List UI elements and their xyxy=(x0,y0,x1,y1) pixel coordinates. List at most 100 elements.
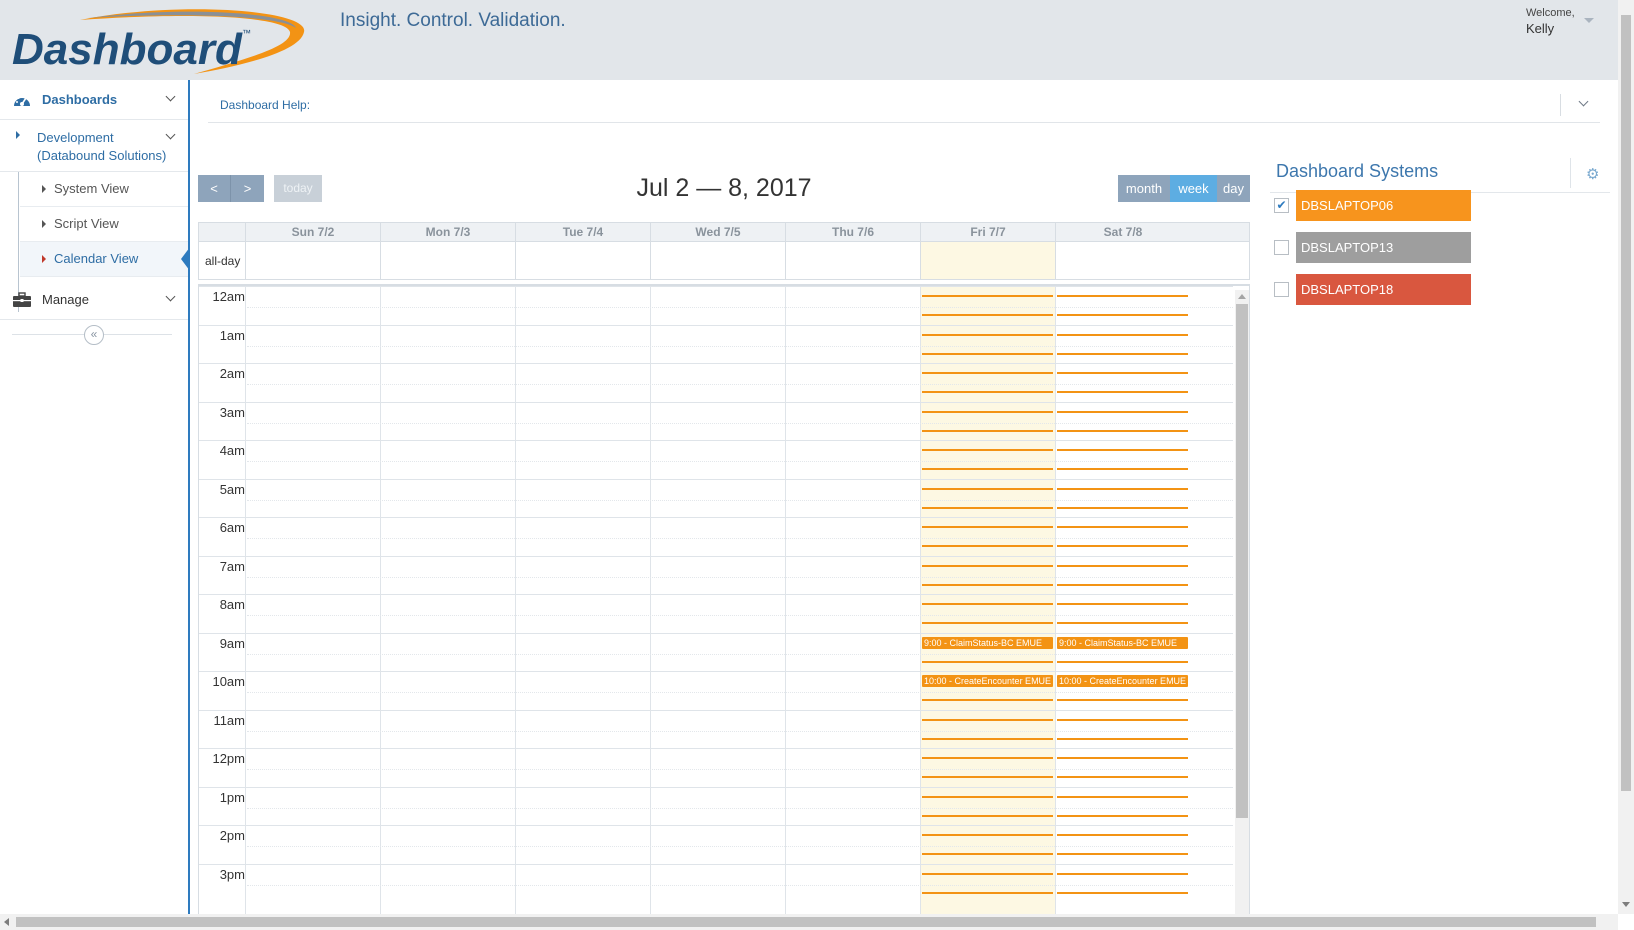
calendar-event[interactable] xyxy=(1057,506,1188,509)
calendar-event[interactable] xyxy=(1057,564,1188,567)
sidebar-item-manage[interactable]: Manage xyxy=(0,280,188,320)
calendar-event[interactable] xyxy=(1057,834,1188,836)
calendar-event[interactable]: 9:00 - ClaimStatus-BC EMUE xyxy=(922,636,1053,649)
chevron-down-icon[interactable] xyxy=(165,291,176,302)
allday-cell[interactable] xyxy=(920,242,1055,279)
calendar-event[interactable] xyxy=(922,776,1053,779)
prev-button[interactable]: < xyxy=(198,175,231,202)
calendar-event[interactable] xyxy=(922,410,1053,413)
chevron-down-icon[interactable] xyxy=(165,129,176,140)
calendar-event[interactable] xyxy=(922,449,1053,451)
scrollbar-thumb[interactable] xyxy=(1236,304,1248,818)
calendar-event[interactable] xyxy=(922,526,1053,528)
calendar-event[interactable] xyxy=(1057,314,1188,317)
calendar-event[interactable] xyxy=(1057,603,1188,605)
calendar-event[interactable] xyxy=(922,314,1053,317)
calendar-event[interactable] xyxy=(922,757,1053,759)
page-scrollbar-horizontal[interactable] xyxy=(0,914,1618,930)
allday-cell[interactable] xyxy=(1055,242,1190,279)
day-view-button[interactable]: day xyxy=(1217,175,1250,202)
system-checkbox[interactable]: ✔ xyxy=(1274,198,1289,213)
system-checkbox[interactable] xyxy=(1274,240,1289,255)
calendar-event[interactable] xyxy=(1057,449,1188,451)
calendar-event[interactable] xyxy=(1057,391,1188,394)
allday-cell[interactable] xyxy=(515,242,650,279)
system-label[interactable]: DBSLAPTOP13 xyxy=(1296,232,1471,263)
calendar-event[interactable] xyxy=(922,699,1053,702)
calendar-event[interactable] xyxy=(922,718,1053,721)
month-view-button[interactable]: month xyxy=(1118,175,1170,202)
scroll-up-icon[interactable] xyxy=(1238,294,1246,299)
calendar-event[interactable] xyxy=(1057,737,1188,740)
user-menu[interactable]: Welcome, Kelly xyxy=(1526,6,1606,40)
allday-cell[interactable] xyxy=(245,242,380,279)
calendar-event[interactable] xyxy=(1057,333,1188,336)
page-scrollbar-vertical[interactable] xyxy=(1618,0,1634,914)
calendar-event[interactable] xyxy=(1057,757,1188,759)
scroll-left-icon[interactable] xyxy=(4,918,9,926)
allday-cell[interactable] xyxy=(650,242,785,279)
chevron-down-icon[interactable] xyxy=(165,91,176,102)
calendar-event[interactable] xyxy=(1057,295,1188,297)
calendar-event[interactable] xyxy=(1057,660,1188,663)
calendar-event[interactable] xyxy=(922,603,1053,605)
calendar-event[interactable] xyxy=(922,295,1053,297)
calendar-event[interactable]: 10:00 - CreateEncounter EMUE xyxy=(922,675,1053,687)
dashboard-logo[interactable]: Dashboard ™ xyxy=(10,6,320,78)
system-label[interactable]: DBSLAPTOP06 xyxy=(1296,190,1471,221)
calendar-event[interactable] xyxy=(922,834,1053,836)
scrollbar-thumb[interactable] xyxy=(16,917,1596,927)
calendar-event[interactable] xyxy=(922,506,1053,509)
calendar-event[interactable] xyxy=(922,391,1053,394)
calendar-event[interactable] xyxy=(1057,526,1188,528)
calendar-event[interactable] xyxy=(1057,372,1188,374)
calendar-event[interactable] xyxy=(922,853,1053,856)
system-label[interactable]: DBSLAPTOP18 xyxy=(1296,274,1471,305)
calendar-event[interactable]: 9:00 - ClaimStatus-BC EMUE xyxy=(1057,636,1188,649)
sidebar-item-system-view[interactable]: System View xyxy=(20,172,188,207)
scrollbar-thumb[interactable] xyxy=(1621,15,1631,791)
next-button[interactable]: > xyxy=(231,175,264,202)
calendar-event[interactable] xyxy=(922,468,1053,471)
calendar-event[interactable] xyxy=(922,737,1053,740)
calendar-event[interactable] xyxy=(922,891,1053,894)
calendar-event[interactable] xyxy=(922,583,1053,586)
gear-icon[interactable]: ⚙ xyxy=(1586,165,1599,183)
calendar-event[interactable] xyxy=(1057,776,1188,779)
calendar-event[interactable] xyxy=(1057,410,1188,413)
calendar-event[interactable] xyxy=(922,660,1053,663)
calendar-event[interactable] xyxy=(1057,795,1188,798)
calendar-event[interactable] xyxy=(1057,872,1188,875)
calendar-event[interactable] xyxy=(922,352,1053,355)
calendar-event[interactable] xyxy=(1057,622,1188,625)
calendar-event[interactable] xyxy=(922,487,1053,490)
calendar-event[interactable] xyxy=(1057,718,1188,721)
calendar-scrollbar[interactable] xyxy=(1235,290,1249,914)
calendar-event[interactable]: 10:00 - CreateEncounter EMUE xyxy=(1057,675,1188,687)
allday-cell[interactable] xyxy=(785,242,920,279)
calendar-event[interactable] xyxy=(922,564,1053,567)
calendar-event[interactable] xyxy=(922,545,1053,548)
scroll-down-icon[interactable] xyxy=(1622,902,1630,907)
calendar-event[interactable] xyxy=(922,872,1053,875)
today-button[interactable]: today xyxy=(274,175,322,202)
calendar-event[interactable] xyxy=(1057,352,1188,355)
calendar-event[interactable] xyxy=(922,814,1053,817)
week-view-button[interactable]: week xyxy=(1170,175,1217,202)
calendar-event[interactable] xyxy=(922,622,1053,625)
calendar-time-grid[interactable]: 12am 1am 2am 3am 4am 5am 6am 7am 8am 9am 10am 11am 1… xyxy=(198,284,1250,914)
sidebar-item-script-view[interactable]: Script View xyxy=(20,207,188,242)
calendar-event[interactable] xyxy=(922,429,1053,432)
calendar-event[interactable] xyxy=(1057,487,1188,490)
calendar-event[interactable] xyxy=(922,372,1053,374)
calendar-event[interactable] xyxy=(1057,468,1188,471)
system-checkbox[interactable] xyxy=(1274,282,1289,297)
caret-down-icon[interactable] xyxy=(1584,18,1594,23)
collapse-sidebar-button[interactable]: « xyxy=(84,325,104,345)
calendar-event[interactable] xyxy=(1057,853,1188,856)
calendar-event[interactable] xyxy=(922,795,1053,798)
calendar-event[interactable] xyxy=(1057,545,1188,548)
calendar-event[interactable] xyxy=(1057,429,1188,432)
calendar-event[interactable] xyxy=(1057,699,1188,702)
calendar-event[interactable] xyxy=(1057,583,1188,586)
